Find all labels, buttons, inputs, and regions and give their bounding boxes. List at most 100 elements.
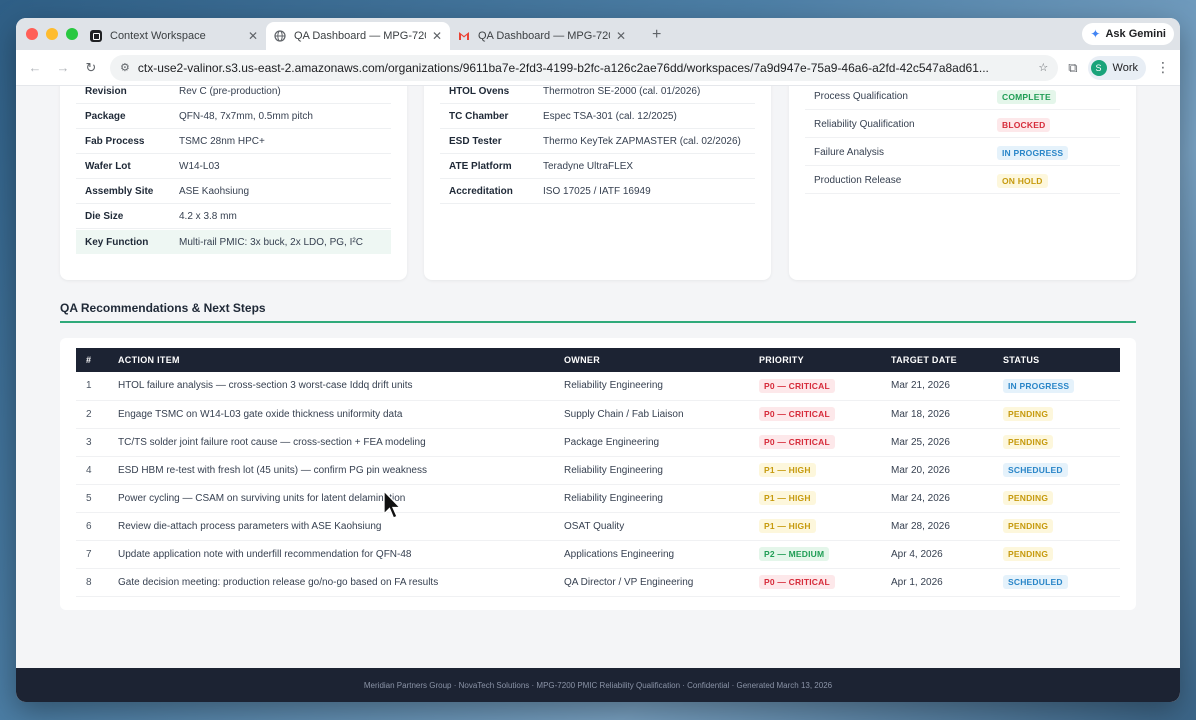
status-badge: PENDING (1003, 435, 1054, 449)
close-window-button[interactable] (26, 28, 38, 40)
status-badge: PENDING (1003, 547, 1054, 561)
close-tab-icon[interactable]: ✕ (432, 29, 442, 43)
tab-context-workspace[interactable]: Context Workspace ✕ (82, 22, 266, 50)
reload-icon[interactable]: ↻ (82, 60, 100, 76)
lab-row: TC Chamber Espec TSA-301 (cal. 12/2025) (440, 105, 755, 129)
status-badge: COMPLETE (997, 89, 1056, 104)
close-tab-icon[interactable]: ✕ (248, 29, 258, 43)
new-tab-icon[interactable]: + (652, 26, 661, 44)
status-cell: SCHEDULED (993, 568, 1120, 597)
priority-badge: P0 — CRITICAL (759, 378, 835, 393)
ask-gemini-button[interactable]: ✦ Ask Gemini (1082, 23, 1174, 45)
device-row: Wafer Lot W14-L03 (76, 155, 391, 179)
target-date: Mar 20, 2026 (881, 456, 993, 485)
priority-cell: P1 — HIGH (749, 456, 881, 485)
lab-value: Teradyne UltraFLEX (543, 161, 634, 172)
site-info-icon[interactable]: ⚙ (120, 61, 130, 74)
lab-row: ESD Tester Thermo KeyTek ZAPMASTER (cal. … (440, 130, 755, 154)
milestone-row: Production Release ON HOLD (805, 168, 1120, 194)
close-tab-icon[interactable]: ✕ (616, 29, 626, 43)
status-badge: IN PROGRESS (997, 145, 1069, 160)
milestone-row: Reliability Qualification BLOCKED (805, 112, 1120, 138)
lab-key: ATE Platform (449, 161, 512, 172)
profile-label: Work (1112, 61, 1138, 74)
back-arrow-icon[interactable]: ← (26, 60, 44, 75)
profile-button[interactable]: S Work (1087, 55, 1146, 80)
device-value: Multi-rail PMIC: 3x buck, 2x LDO, PG, I²… (179, 236, 363, 248)
priority-badge: P1 — HIGH (759, 463, 816, 477)
column-header: TARGET DATE (891, 355, 957, 365)
priority-cell: P1 — HIGH (749, 484, 881, 513)
lab-row: HTOL Ovens Thermotron SE-2000 (cal. 01/20… (440, 86, 755, 104)
column-header: # (86, 355, 92, 365)
device-value: Rev C (pre-production) (179, 86, 281, 97)
owner: Supply Chain / Fab Liaison (554, 400, 749, 429)
action-item: Update application note with underfill r… (108, 540, 554, 569)
device-row-highlight: Key Function Multi-rail PMIC: 3x buck, 2x… (76, 230, 391, 254)
lab-equipment-card: HTOL Ovens Thermotron SE-2000 (cal. 01/20… (424, 86, 771, 280)
window-controls (26, 28, 78, 40)
device-row: Fab Process TSMC 28nm HPC+ (76, 130, 391, 154)
owner: Reliability Engineering (554, 456, 749, 485)
url-text[interactable]: ctx-use2-valinor.s3.us-east-2.amazonaws.… (138, 61, 1030, 75)
device-key: Assembly Site (85, 186, 154, 197)
table-header-row: # ACTION ITEM OWNER PRIORITY TARGET DATE… (76, 348, 1120, 372)
milestone-label: Process Qualification (814, 91, 908, 102)
status-badge: SCHEDULED (1003, 575, 1068, 589)
status-cell: PENDING (993, 428, 1120, 457)
tab-qa-dashboard-gmail[interactable]: QA Dashboard — MPG-7200 ✕ (450, 22, 634, 50)
lab-row: ATE Platform Teradyne UltraFLEX (440, 155, 755, 179)
row-number: 1 (76, 372, 108, 401)
tab-title: QA Dashboard — MPG-7200 (294, 30, 426, 42)
maximize-window-button[interactable] (66, 28, 78, 40)
extensions-icon[interactable]: ⧉ (1068, 60, 1077, 76)
column-header: STATUS (1003, 355, 1040, 365)
target-date: Mar 25, 2026 (881, 428, 993, 457)
device-key: Revision (85, 86, 127, 97)
device-row: Revision Rev C (pre-production) (76, 86, 391, 104)
table-row: 8 Gate decision meeting: production relea… (76, 568, 1120, 597)
target-date: Mar 24, 2026 (881, 484, 993, 513)
page-content: Revision Rev C (pre-production) Package QF… (16, 86, 1180, 702)
priority-badge: P1 — HIGH (759, 519, 816, 533)
priority-cell: P0 — CRITICAL (749, 372, 881, 401)
action-item: TC/TS solder joint failure root cause — … (108, 428, 554, 457)
column-header: OWNER (564, 355, 600, 365)
target-date: Mar 28, 2026 (881, 512, 993, 541)
lab-row: Accreditation ISO 17025 / IATF 16949 (440, 180, 755, 204)
status-cell: PENDING (993, 512, 1120, 541)
row-number: 8 (76, 568, 108, 597)
owner: OSAT Quality (554, 512, 749, 541)
tab-qa-dashboard-active[interactable]: QA Dashboard — MPG-7200 ✕ (266, 22, 450, 50)
action-item: Gate decision meeting: production releas… (108, 568, 554, 597)
table-row: 5 Power cycling — CSAM on surviving units… (76, 484, 1120, 513)
status-badge: PENDING (1003, 519, 1054, 533)
tab-title: QA Dashboard — MPG-7200 (478, 30, 610, 42)
lab-key: ESD Tester (449, 136, 502, 147)
table-row: 7 Update application note with underfill … (76, 540, 1120, 569)
table-row: 6 Review die-attach process parameters wi… (76, 512, 1120, 541)
owner: Package Engineering (554, 428, 749, 457)
tab-strip: Context Workspace ✕ QA Dashboard — MPG-7… (16, 18, 1180, 50)
table-row: 4 ESD HBM re-test with fresh lot (45 unit… (76, 456, 1120, 485)
lab-value: Thermotron SE-2000 (cal. 01/2026) (543, 86, 701, 97)
priority-cell: P1 — HIGH (749, 512, 881, 541)
status-cell: PENDING (993, 484, 1120, 513)
action-item: ESD HBM re-test with fresh lot (45 units… (108, 456, 554, 485)
milestone-row: Failure Analysis IN PROGRESS (805, 140, 1120, 166)
bookmark-star-icon[interactable]: ☆ (1038, 61, 1048, 74)
priority-badge: P0 — CRITICAL (759, 575, 835, 589)
browser-toolbar: ← → ↻ ⚙ ctx-use2-valinor.s3.us-east-2.am… (16, 50, 1180, 86)
priority-cell: P0 — CRITICAL (749, 400, 881, 429)
lab-value: Espec TSA-301 (cal. 12/2025) (543, 111, 677, 122)
address-bar[interactable]: ⚙ ctx-use2-valinor.s3.us-east-2.amazonaw… (110, 54, 1059, 81)
minimize-window-button[interactable] (46, 28, 58, 40)
owner: Applications Engineering (554, 540, 749, 569)
lab-key: Accreditation (449, 186, 513, 197)
action-item: HTOL failure analysis — cross-section 3 … (108, 372, 554, 401)
menu-kebab-icon[interactable]: ⋮ (1156, 59, 1170, 76)
lab-key: HTOL Ovens (449, 86, 510, 97)
device-row: Package QFN-48, 7x7mm, 0.5mm pitch (76, 105, 391, 129)
status-cell: IN PROGRESS (993, 372, 1120, 401)
forward-arrow-icon[interactable]: → (54, 60, 72, 75)
